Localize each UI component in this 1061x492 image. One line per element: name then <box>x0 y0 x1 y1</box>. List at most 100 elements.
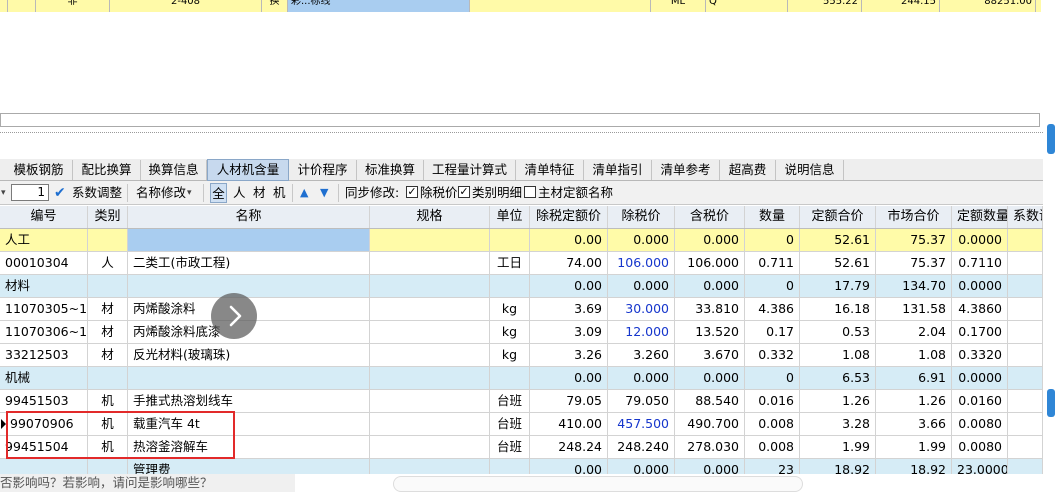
tab-quantity-formula[interactable]: 工程量计算式 <box>424 160 516 180</box>
table-cell-market-total[interactable]: 75.37 <box>876 252 952 274</box>
table-cell-quantity[interactable]: 0.008 <box>745 436 800 458</box>
tab-standard-conversion[interactable]: 标准换算 <box>357 160 424 180</box>
arrow-down-icon[interactable]: ▼ <box>320 181 328 205</box>
column-header-price-ex-tax[interactable]: 除税价 <box>608 206 675 228</box>
table-cell-unit[interactable]: kg <box>490 298 530 320</box>
table-cell-base-total[interactable]: 1.26 <box>800 390 876 412</box>
main-material-name-checkbox[interactable] <box>524 186 536 198</box>
vertical-scroll-thumb[interactable] <box>1047 124 1055 154</box>
table-cell-price-inc-tax[interactable]: 33.810 <box>675 298 745 320</box>
table-row[interactable]: 99451503 机手推式热溶划线车 台班 79.05 79.050 88.540 0.01… <box>0 390 1043 413</box>
table-cell-name[interactable] <box>128 229 370 251</box>
filter-machine-button[interactable]: 机 <box>273 181 286 205</box>
table-cell-base-price-ex-tax[interactable]: 3.09 <box>530 321 608 343</box>
table-cell-code[interactable]: 11070306~1 <box>0 321 88 343</box>
table-cell-price-ex-tax[interactable]: 457.500 <box>608 413 675 435</box>
table-row[interactable]: 00010304 人二类工(市政工程) 工日 74.00 106.000 106.000 0… <box>0 252 1043 275</box>
table-cell-quantity[interactable]: 0.711 <box>745 252 800 274</box>
table-cell-category[interactable]: 人 <box>88 252 128 274</box>
table-cell-base-price-ex-tax[interactable]: 410.00 <box>530 413 608 435</box>
table-cell-base-price-ex-tax[interactable]: 79.05 <box>530 390 608 412</box>
table-cell-unit[interactable]: kg <box>490 344 530 366</box>
tax-exclusive-checkbox[interactable]: ✓ <box>406 186 418 198</box>
table-cell-market-total[interactable]: 75.37 <box>876 229 952 251</box>
table-cell-spec[interactable] <box>370 229 490 251</box>
table-cell-price-inc-tax[interactable]: 3.670 <box>675 344 745 366</box>
quantity-input[interactable]: 1 <box>11 184 49 201</box>
table-cell-market-total[interactable]: 1.08 <box>876 344 952 366</box>
table-group-row[interactable]: 机械 0.00 0.000 0.000 0 6.53 6.91 0.0000 <box>0 367 1043 390</box>
table-cell-base-quantity[interactable]: 0.0160 <box>952 390 1008 412</box>
table-cell-spec[interactable] <box>370 436 490 458</box>
table-cell-market-total[interactable]: 131.58 <box>876 298 952 320</box>
category-detail-checkbox[interactable]: ✓ <box>458 186 470 198</box>
table-cell-spec[interactable] <box>370 413 490 435</box>
table-cell-market-total[interactable]: 134.70 <box>876 275 952 297</box>
column-header-unit[interactable]: 单位 <box>490 206 530 228</box>
table-cell-unit[interactable] <box>490 367 530 389</box>
table-cell-base-total[interactable]: 6.53 <box>800 367 876 389</box>
table-cell-market-total[interactable]: 3.66 <box>876 413 952 435</box>
tab-pricing-procedure[interactable]: 计价程序 <box>289 160 357 180</box>
table-cell-unit[interactable]: kg <box>490 321 530 343</box>
table-cell-base-total[interactable]: 0.53 <box>800 321 876 343</box>
table-cell-price-ex-tax[interactable]: 12.000 <box>608 321 675 343</box>
table-cell-base-price-ex-tax[interactable]: 3.69 <box>530 298 608 320</box>
table-cell-code[interactable]: 材料 <box>0 275 88 297</box>
table-cell-coef-adjust[interactable] <box>1008 390 1043 412</box>
table-cell-price-ex-tax[interactable]: 79.050 <box>608 390 675 412</box>
column-header-base-total[interactable]: 定额合价 <box>800 206 876 228</box>
table-cell-name[interactable]: 反光材料(玻璃珠) <box>128 344 370 366</box>
table-cell-category[interactable]: 机 <box>88 390 128 412</box>
table-cell-spec[interactable] <box>370 275 490 297</box>
table-cell-price-ex-tax[interactable]: 0.000 <box>608 367 675 389</box>
table-cell-base-total[interactable]: 52.61 <box>800 252 876 274</box>
table-cell-base-total[interactable]: 16.18 <box>800 298 876 320</box>
table-cell-base-price-ex-tax[interactable]: 0.00 <box>530 229 608 251</box>
column-header-coef-adjust[interactable]: 系数调 <box>1008 206 1043 228</box>
table-group-row[interactable]: 人工 0.00 0.000 0.000 0 52.61 75.37 0.0000 <box>0 229 1043 252</box>
tab-template-rebar[interactable]: 模板钢筋 <box>5 160 73 180</box>
table-cell-category[interactable]: 材 <box>88 344 128 366</box>
table-cell-price-inc-tax[interactable]: 13.520 <box>675 321 745 343</box>
table-cell-base-quantity[interactable]: 0.7110 <box>952 252 1008 274</box>
table-cell-base-quantity[interactable]: 0.0000 <box>952 229 1008 251</box>
table-cell-base-price-ex-tax[interactable]: 0.00 <box>530 275 608 297</box>
table-cell-coef-adjust[interactable] <box>1008 436 1043 458</box>
tab-super-height[interactable]: 超高费 <box>720 160 776 180</box>
table-group-row[interactable]: 材料 0.00 0.000 0.000 0 17.79 134.70 0.0000 <box>0 275 1043 298</box>
bottom-input-bar[interactable] <box>393 476 803 492</box>
table-cell-category[interactable]: 材 <box>88 298 128 320</box>
table-row[interactable]: 33212503 材反光材料(玻璃珠) kg 3.26 3.260 3.670 0.332 1… <box>0 344 1043 367</box>
column-header-name[interactable]: 名称 <box>128 206 370 228</box>
table-cell-base-total[interactable]: 3.28 <box>800 413 876 435</box>
table-cell-name[interactable] <box>128 367 370 389</box>
column-header-price-inc-tax[interactable]: 含税价 <box>675 206 745 228</box>
table-cell-coef-adjust[interactable] <box>1008 275 1043 297</box>
table-cell-coef-adjust[interactable] <box>1008 298 1043 320</box>
table-cell-base-price-ex-tax[interactable]: 248.24 <box>530 436 608 458</box>
table-cell-coef-adjust[interactable] <box>1008 344 1043 366</box>
table-row[interactable]: 11070305~1 材丙烯酸涂料 kg 3.69 30.000 33.810 4.386 1… <box>0 298 1043 321</box>
table-cell-base-quantity[interactable]: 0.3320 <box>952 344 1008 366</box>
table-cell-price-inc-tax[interactable]: 88.540 <box>675 390 745 412</box>
horizontal-scrollbar[interactable] <box>0 113 1040 127</box>
table-cell-code[interactable]: 11070305~1 <box>0 298 88 320</box>
table-cell-category[interactable] <box>88 367 128 389</box>
column-header-code[interactable]: 编号 <box>0 206 88 228</box>
table-cell-code[interactable]: 人工 <box>0 229 88 251</box>
table-cell-base-quantity[interactable]: 0.1700 <box>952 321 1008 343</box>
table-cell-code[interactable]: 00010304 <box>0 252 88 274</box>
chevron-down-icon[interactable]: ▾ <box>187 181 192 205</box>
table-cell-base-quantity[interactable]: 0.0080 <box>952 436 1008 458</box>
tab-mix-conversion[interactable]: 配比换算 <box>73 160 141 180</box>
table-cell-quantity[interactable]: 0.016 <box>745 390 800 412</box>
table-cell-base-total[interactable]: 1.99 <box>800 436 876 458</box>
column-header-base-price-ex-tax[interactable]: 除税定额价 <box>530 206 608 228</box>
table-cell-unit[interactable]: 工日 <box>490 252 530 274</box>
table-cell-category[interactable] <box>88 229 128 251</box>
table-cell-name[interactable]: 二类工(市政工程) <box>128 252 370 274</box>
table-cell-price-ex-tax[interactable]: 0.000 <box>608 275 675 297</box>
table-cell-base-total[interactable]: 17.79 <box>800 275 876 297</box>
column-header-base-quantity[interactable]: 定额数量 <box>952 206 1008 228</box>
